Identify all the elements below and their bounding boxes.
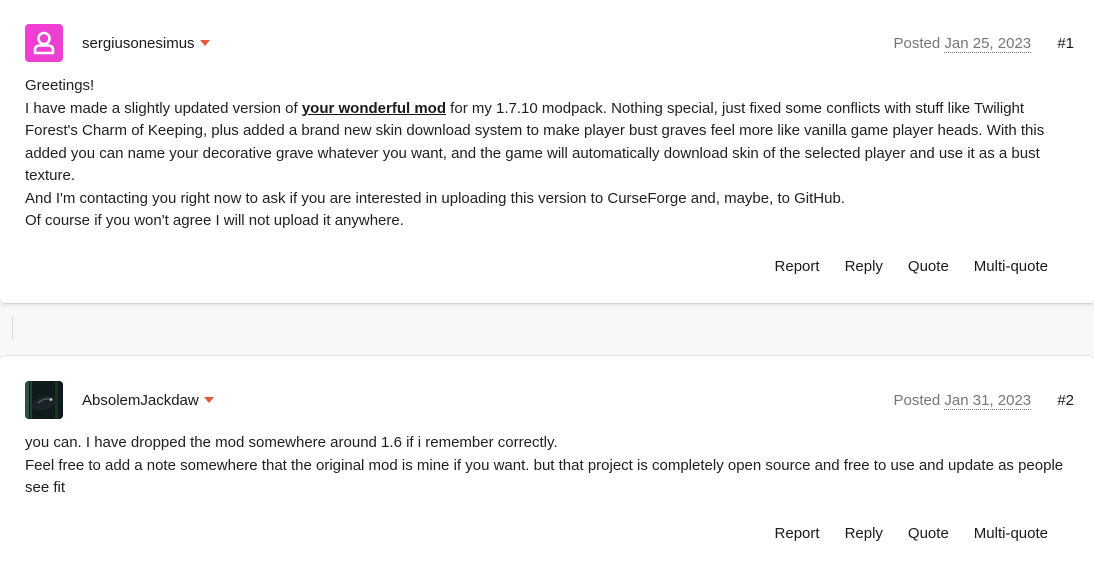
username-text[interactable]: sergiusonesimus [82,35,195,52]
username[interactable]: AbsolemJackdaw [82,392,214,409]
username[interactable]: sergiusonesimus [82,35,210,52]
post-text-paragraph: Of course if you won't agree I will not … [25,212,404,229]
thread-divider [12,316,13,340]
report-button[interactable]: Report [775,258,820,275]
reply-button[interactable]: Reply [845,258,883,275]
post-body: you can. I have dropped the mod somewher… [25,432,1072,500]
post-text-greeting: Greetings! [25,77,95,94]
post-actions: Report Reply Quote Multi-quote [750,525,1048,542]
post-body: Greetings! I have made a slightly update… [25,75,1072,233]
text-span: I have made a slightly updated version o… [25,99,302,117]
multi-quote-button[interactable]: Multi-quote [974,258,1048,275]
post-header-2: AbsolemJackdaw Posted Jan 31, 2023 #2 [25,381,1074,419]
jackdaw-bird-avatar [25,381,63,419]
username-text[interactable]: AbsolemJackdaw [82,392,199,409]
multi-quote-button[interactable]: Multi-quote [974,525,1048,542]
post-date[interactable]: Jan 31, 2023 [944,392,1032,410]
post-meta: Posted Jan 25, 2023 #1 [893,35,1074,53]
post-number-link[interactable]: #2 [1057,392,1074,409]
chevron-down-icon[interactable] [199,40,210,46]
post-meta: Posted Jan 31, 2023 #2 [893,392,1074,410]
posted-label: Posted [893,392,941,409]
post-header-1: sergiusonesimus Posted Jan 25, 2023 #1 [25,24,1074,62]
post-text-paragraph: Feel free to add a note somewhere that t… [25,456,1064,497]
default-user-icon [33,31,55,55]
post-text-paragraph: I have made a slightly updated version o… [25,98,1072,188]
quote-button[interactable]: Quote [908,525,949,542]
post-text-paragraph: And I'm contacting you right now to ask … [25,189,845,207]
post-date[interactable]: Jan 25, 2023 [944,35,1032,53]
report-button[interactable]: Report [775,525,820,542]
avatar[interactable] [25,24,63,62]
avatar[interactable] [25,381,63,419]
posted-label: Posted [893,35,941,52]
quote-button[interactable]: Quote [908,258,949,275]
reply-button[interactable]: Reply [845,525,883,542]
post-text-paragraph: you can. I have dropped the mod somewher… [25,434,558,451]
post-number-link[interactable]: #1 [1057,35,1074,52]
chevron-down-icon[interactable] [203,397,214,403]
post-actions: Report Reply Quote Multi-quote [750,258,1048,275]
mod-link[interactable]: your wonderful mod [302,100,446,117]
